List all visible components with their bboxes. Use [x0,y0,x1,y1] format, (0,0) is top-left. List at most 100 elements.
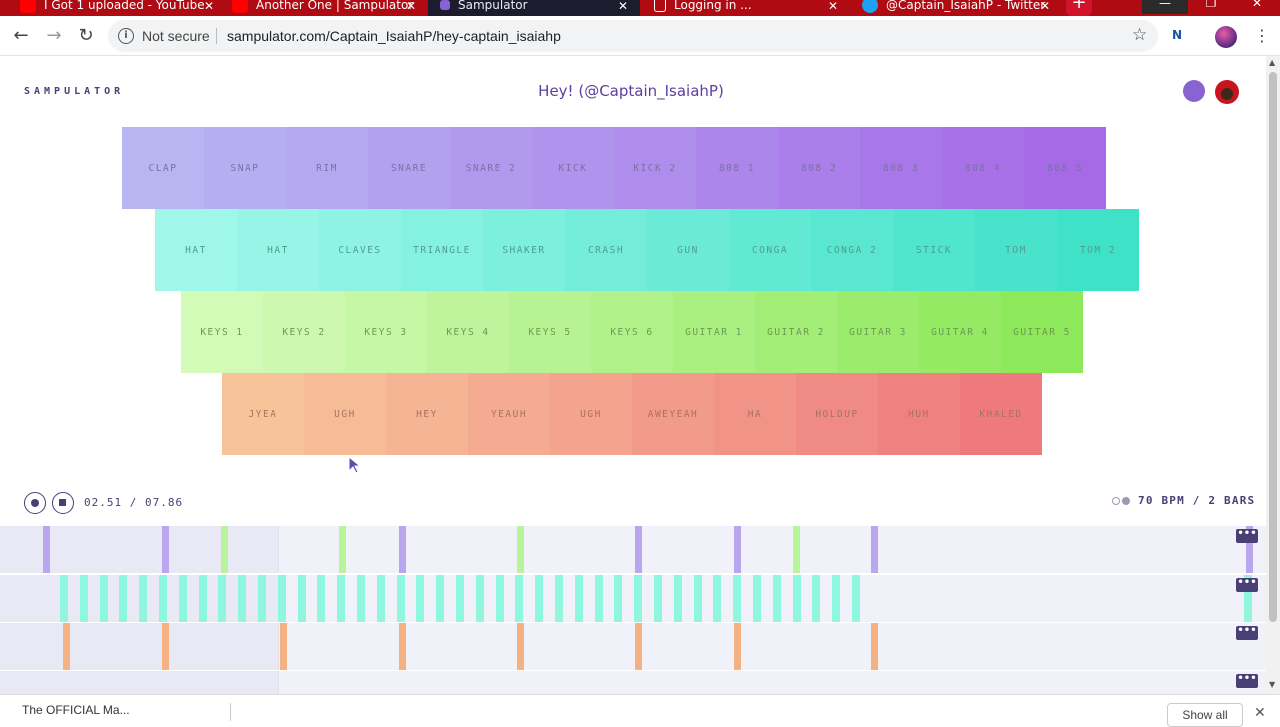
bookmark-star-icon[interactable]: ☆ [1132,25,1147,45]
close-icon[interactable]: ✕ [1254,705,1266,721]
close-icon[interactable]: ✕ [618,0,628,13]
reload-icon[interactable]: ↻ [75,25,97,47]
pad-holdup[interactable]: HOLDUP [796,373,878,455]
scroll-thumb[interactable] [1269,72,1277,622]
info-icon[interactable]: i [118,28,134,44]
pad-aweyeah[interactable]: AWEYEAH [632,373,714,455]
pad-rim[interactable]: RIM [286,127,368,209]
pad-triangle[interactable]: TRIANGLE [401,209,483,291]
extension-n-icon[interactable]: N [1172,28,1190,46]
pad-crash[interactable]: CRASH [565,209,647,291]
pad-snap[interactable]: SNAP [204,127,286,209]
close-icon[interactable]: ✕ [204,0,214,13]
track-hit [317,575,325,622]
forward-icon[interactable]: → [43,25,65,47]
pad-808-2[interactable]: 808 2 [778,127,860,209]
show-all-button[interactable]: Show all [1167,703,1243,727]
track-hit [733,575,741,622]
pad-huh[interactable]: HUH [878,373,960,455]
scrollbar[interactable]: ▲ ▼ [1266,56,1280,694]
pad-hat[interactable]: HAT [155,209,237,291]
pad-keys-4[interactable]: KEYS 4 [427,291,509,373]
pad-clap[interactable]: CLAP [122,127,204,209]
avatar[interactable] [1215,80,1239,104]
pad-ugh[interactable]: UGH [550,373,632,455]
pad-kick[interactable]: KICK [532,127,614,209]
new-tab-button[interactable]: + [1066,0,1092,16]
track-hit [298,575,306,622]
pad-hat[interactable]: HAT [237,209,319,291]
track-menu-icon[interactable]: ••• [1236,529,1258,543]
pad-keys-6[interactable]: KEYS 6 [591,291,673,373]
pad-keys-1[interactable]: KEYS 1 [181,291,263,373]
track-vocals[interactable]: ••• [0,623,1266,670]
track-menu-icon[interactable]: ••• [1236,578,1258,592]
scroll-down-icon[interactable]: ▼ [1269,680,1275,689]
pad-conga-2[interactable]: CONGA 2 [811,209,893,291]
pad-khaled[interactable]: KHALED [960,373,1042,455]
close-icon[interactable]: ✕ [828,0,838,13]
pad-jyea[interactable]: JYEA [222,373,304,455]
pad-guitar-1[interactable]: GUITAR 1 [673,291,755,373]
menu-kebab-icon[interactable]: ⋮ [1254,26,1270,45]
pad-808-3[interactable]: 808 3 [860,127,942,209]
track-hit [734,623,741,670]
pad-shaker[interactable]: SHAKER [483,209,565,291]
pad-808-5[interactable]: 808 5 [1024,127,1106,209]
track-percussion[interactable]: ••• [0,575,1266,622]
pad-claves[interactable]: CLAVES [319,209,401,291]
pad-yeauh[interactable]: YEAUH [468,373,550,455]
pad-keys-2[interactable]: KEYS 2 [263,291,345,373]
tab-youtube[interactable]: I Got 1 uploaded - YouTube ✕ [20,0,220,16]
minimize-button[interactable]: — [1142,0,1188,14]
pad-stick[interactable]: STICK [893,209,975,291]
record-button[interactable] [24,492,46,514]
address-bar[interactable]: i Not secure sampulator.com/Captain_Isai… [108,20,1158,52]
pad-snare-2[interactable]: SNARE 2 [450,127,532,209]
close-window-button[interactable]: ✕ [1234,0,1280,14]
pad-gun[interactable]: GUN [647,209,729,291]
pad-kick-2[interactable]: KICK 2 [614,127,696,209]
pad-ugh[interactable]: UGH [304,373,386,455]
pad-ha[interactable]: HA [714,373,796,455]
track-drums[interactable]: ••• [0,526,1266,573]
pad-hey[interactable]: HEY [386,373,468,455]
pad-guitar-5[interactable]: GUITAR 5 [1001,291,1083,373]
profile-avatar[interactable] [1215,26,1237,48]
pad-keys-5[interactable]: KEYS 5 [509,291,591,373]
back-icon[interactable]: ← [10,25,32,47]
track-hit [476,575,484,622]
pad-guitar-4[interactable]: GUITAR 4 [919,291,1001,373]
soundwave-icon[interactable] [1183,80,1205,102]
pad-conga[interactable]: CONGA [729,209,811,291]
pad-808-1[interactable]: 808 1 [696,127,778,209]
pad-snare[interactable]: SNARE [368,127,450,209]
track-extra[interactable]: ••• [0,671,1266,694]
pad-keys-3[interactable]: KEYS 3 [345,291,427,373]
pad-tom-2[interactable]: TOM 2 [1057,209,1139,291]
tab-logging-in[interactable]: Logging in ... ✕ [648,0,844,16]
tempo-display[interactable]: 70 BPM / 2 BARS [1112,494,1255,507]
track-menu-icon[interactable]: ••• [1236,674,1258,688]
url-text[interactable]: sampulator.com/Captain_IsaiahP/hey-capta… [227,28,561,44]
track-hit [535,575,543,622]
pad-guitar-3[interactable]: GUITAR 3 [837,291,919,373]
maximize-button[interactable]: ❐ [1188,0,1234,14]
scroll-up-icon[interactable]: ▲ [1269,58,1275,67]
download-item[interactable]: The OFFICIAL Ma... [22,703,130,717]
played-region [0,526,278,573]
tab-another-one[interactable]: Another One | Sampulator ✕ [232,0,422,16]
sampulator-icon [440,0,450,10]
security-label[interactable]: Not secure [142,28,210,44]
close-icon[interactable]: ✕ [406,0,416,13]
close-icon[interactable]: ✕ [1040,0,1050,13]
track-hit [793,526,800,573]
tab-title: Another One | Sampulator [256,0,414,12]
pad-808-4[interactable]: 808 4 [942,127,1024,209]
pad-guitar-2[interactable]: GUITAR 2 [755,291,837,373]
tab-sampulator[interactable]: Sampulator ✕ [428,0,640,16]
pad-tom[interactable]: TOM [975,209,1057,291]
track-menu-icon[interactable]: ••• [1236,626,1258,640]
stop-button[interactable] [52,492,74,514]
tab-twitter[interactable]: @Captain_IsaiahP - Twitter ✕ [856,0,1056,16]
